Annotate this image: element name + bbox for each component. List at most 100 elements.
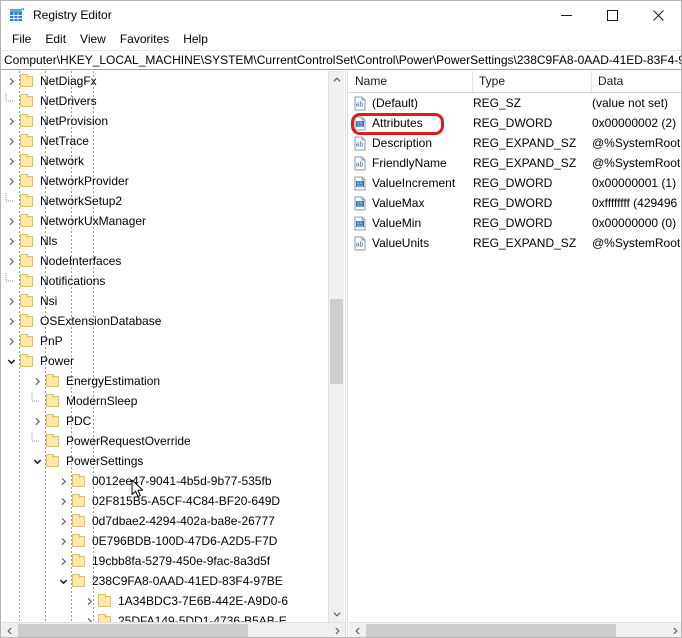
tree-node[interactable]: PowerSettings — [1, 451, 331, 471]
chevron-right-icon[interactable] — [55, 493, 71, 509]
value-row[interactable]: ab ValueUnits REG_EXPAND_SZ @%SystemRoot — [349, 233, 681, 253]
chevron-down-icon[interactable] — [29, 453, 45, 469]
tree-scroll-thumb[interactable] — [330, 299, 343, 384]
tree-node[interactable]: 0E796BDB-100D-47D6-A2D5-F7D — [1, 531, 331, 551]
value-type: REG_EXPAND_SZ — [473, 156, 577, 170]
address-bar[interactable]: Computer\HKEY_LOCAL_MACHINE\SYSTEM\Curre… — [1, 50, 681, 70]
tree-node[interactable]: 02F815B5-A5CF-4C84-BF20-649D — [1, 491, 331, 511]
maximize-button[interactable] — [589, 1, 635, 29]
tree-node[interactable]: OSExtensionDatabase — [1, 311, 331, 331]
value-data: 0x00000001 (1) — [592, 176, 677, 190]
list-rows[interactable]: ab (Default) REG_SZ (value not set) 011 010 At… — [349, 93, 681, 253]
chevron-right-icon[interactable] — [81, 593, 97, 609]
tree-vertical-scrollbar[interactable] — [328, 71, 344, 622]
close-button[interactable] — [635, 1, 681, 29]
tree-node[interactable]: Network — [1, 151, 331, 171]
tree-node-label: PowerRequestOverride — [66, 434, 191, 448]
chevron-down-icon[interactable] — [3, 353, 19, 369]
tree-node[interactable]: 19cbb8fa-5279-450e-9fac-8a3d5f — [1, 551, 331, 571]
tree-node[interactable]: 0d7dbae2-4294-402a-ba8e-26777 — [1, 511, 331, 531]
tree-hscroll-thumb[interactable] — [18, 624, 248, 637]
column-header-type[interactable]: Type — [473, 71, 592, 93]
tree-horizontal-scrollbar[interactable] — [1, 622, 345, 637]
tree-scroll-up-button[interactable] — [329, 71, 344, 88]
values-scroll-left-button[interactable] — [349, 623, 366, 637]
value-row[interactable]: 011 010 ValueMin REG_DWORD 0x00000000 (0) — [349, 213, 681, 233]
tree-node[interactable]: PowerRequestOverride — [1, 431, 331, 451]
minimize-button[interactable] — [543, 1, 589, 29]
values-hscroll-thumb[interactable] — [366, 624, 616, 637]
menu-file[interactable]: File — [5, 30, 38, 49]
tree-node[interactable]: Notifications — [1, 271, 331, 291]
chevron-right-icon[interactable] — [3, 133, 19, 149]
folder-icon — [71, 554, 87, 568]
tree-node[interactable]: 25DFA149-5DD1-4736-B5AB-E — [1, 611, 331, 622]
registry-tree[interactable]: NetDiagFx NetDrivers NetProvision NetTrace N… — [1, 71, 331, 622]
tree-node[interactable]: NetworkSetup2 — [1, 191, 331, 211]
column-header-data[interactable]: Data — [592, 71, 681, 93]
tree-node[interactable]: Power — [1, 351, 331, 371]
chevron-right-icon[interactable] — [3, 153, 19, 169]
tree-node[interactable]: ModernSleep — [1, 391, 331, 411]
tree-node[interactable]: Nls — [1, 231, 331, 251]
tree-leaf-connector — [3, 93, 19, 109]
chevron-down-icon[interactable] — [55, 573, 71, 589]
menu-favorites[interactable]: Favorites — [113, 30, 176, 49]
tree-scroll-left-button[interactable] — [1, 623, 18, 637]
menu-edit[interactable]: Edit — [38, 30, 73, 49]
chevron-right-icon[interactable] — [3, 73, 19, 89]
chevron-right-icon[interactable] — [55, 513, 71, 529]
tree-node[interactable]: EnergyEstimation — [1, 371, 331, 391]
tree-node[interactable]: NetworkUxManager — [1, 211, 331, 231]
chevron-right-icon[interactable] — [3, 233, 19, 249]
tree-node[interactable]: NetProvision — [1, 111, 331, 131]
svg-text:010: 010 — [357, 124, 363, 128]
tree-node[interactable]: NetDiagFx — [1, 71, 331, 91]
value-row[interactable]: 011 010 ValueIncrement REG_DWORD 0x00000001 … — [349, 173, 681, 193]
tree-node[interactable]: Nsi — [1, 291, 331, 311]
values-horizontal-scrollbar[interactable] — [349, 622, 681, 637]
tree-node[interactable]: PnP — [1, 331, 331, 351]
tree-node[interactable]: NetDrivers — [1, 91, 331, 111]
value-row[interactable]: ab Description REG_EXPAND_SZ @%SystemRoot — [349, 133, 681, 153]
tree-node[interactable]: 238C9FA8-0AAD-41ED-83F4-97BE — [1, 571, 331, 591]
tree-node[interactable]: 1A34BDC3-7E6B-442E-A9D0-6 — [1, 591, 331, 611]
value-row[interactable]: ab (Default) REG_SZ (value not set) — [349, 93, 681, 113]
menu-view[interactable]: View — [73, 30, 113, 49]
menu-help[interactable]: Help — [176, 30, 215, 49]
value-name: ValueUnits — [372, 236, 430, 250]
value-row[interactable]: 011 010 Attributes REG_DWORD 0x00000002 (2) — [349, 113, 681, 133]
chevron-right-icon[interactable] — [29, 413, 45, 429]
tree-node[interactable]: NetTrace — [1, 131, 331, 151]
tree-scroll-down-button[interactable] — [329, 605, 344, 622]
values-scroll-right-button[interactable] — [666, 623, 681, 637]
chevron-right-icon[interactable] — [55, 473, 71, 489]
binary-value-icon: 011 010 — [353, 216, 368, 231]
chevron-right-icon[interactable] — [29, 373, 45, 389]
chevron-right-icon[interactable] — [81, 613, 97, 622]
column-header-name[interactable]: Name — [349, 71, 473, 93]
pane-splitter[interactable] — [345, 71, 348, 637]
tree-node[interactable]: PDC — [1, 411, 331, 431]
chevron-right-icon[interactable] — [55, 553, 71, 569]
tree-node-label: NetDiagFx — [40, 74, 97, 88]
tree-node-label: NetDrivers — [40, 94, 97, 108]
folder-icon — [45, 414, 61, 428]
chevron-right-icon[interactable] — [3, 173, 19, 189]
chevron-right-icon[interactable] — [3, 213, 19, 229]
tree-node[interactable]: 0012ee47-9041-4b5d-9b77-535fb — [1, 471, 331, 491]
chevron-right-icon[interactable] — [55, 533, 71, 549]
value-row[interactable]: ab FriendlyName REG_EXPAND_SZ @%SystemRoot — [349, 153, 681, 173]
chevron-right-icon[interactable] — [3, 293, 19, 309]
tree-node[interactable]: NetworkProvider — [1, 171, 331, 191]
chevron-right-icon[interactable] — [3, 113, 19, 129]
window-title: Registry Editor — [33, 8, 112, 22]
tree-node[interactable]: NodeInterfaces — [1, 251, 331, 271]
registry-tree-pane[interactable]: NetDiagFx NetDrivers NetProvision NetTrace N… — [1, 71, 345, 622]
tree-scroll-right-button[interactable] — [328, 623, 345, 637]
chevron-right-icon[interactable] — [3, 333, 19, 349]
chevron-right-icon[interactable] — [3, 313, 19, 329]
value-row[interactable]: 011 010 ValueMax REG_DWORD 0xffffffff (42949… — [349, 193, 681, 213]
chevron-right-icon[interactable] — [3, 253, 19, 269]
registry-values-pane[interactable]: Name Type Data ab (Default) REG_SZ (value n… — [349, 71, 681, 637]
